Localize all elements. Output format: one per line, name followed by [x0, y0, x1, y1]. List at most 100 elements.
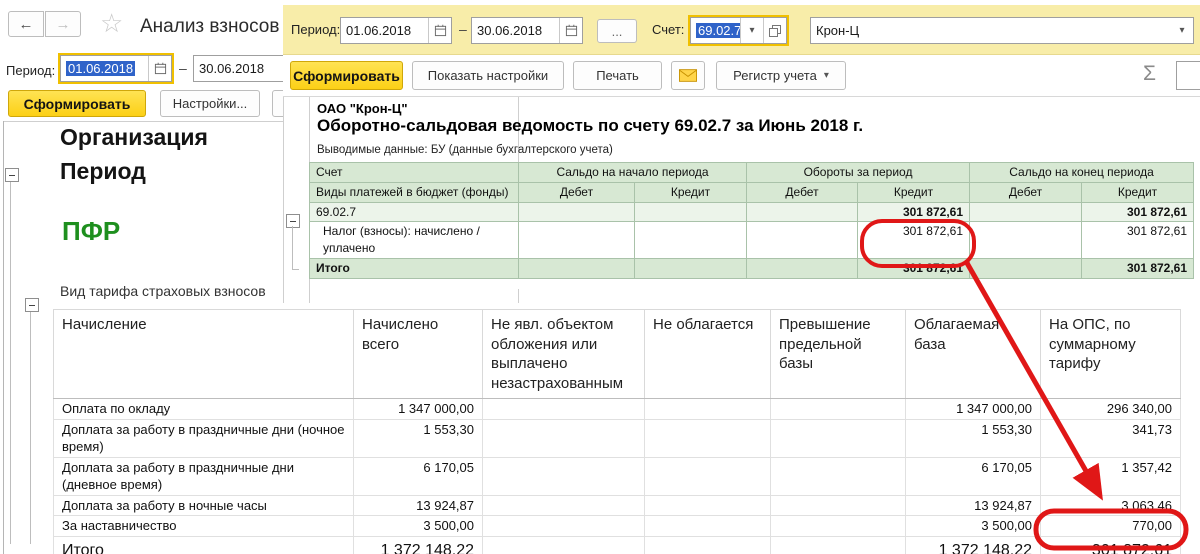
- col-debit[interactable]: Дебет: [747, 182, 858, 202]
- row-label[interactable]: За наставничество: [54, 516, 354, 537]
- cell-value[interactable]: [483, 536, 645, 554]
- row-label[interactable]: Итого: [310, 258, 519, 278]
- organization-combo[interactable]: Крон-Ц ▾: [810, 17, 1194, 44]
- print-button[interactable]: Печать: [573, 61, 662, 90]
- show-settings-button[interactable]: Показать настройки: [412, 61, 564, 90]
- cell-value[interactable]: [771, 495, 906, 516]
- cell-value[interactable]: [771, 536, 906, 554]
- cell-value[interactable]: 1 553,30: [354, 419, 483, 457]
- generate-button[interactable]: Сформировать: [290, 61, 403, 90]
- accrual-column-header[interactable]: Не облагается: [645, 310, 771, 399]
- cell-value[interactable]: 301 872,61: [1082, 258, 1194, 278]
- cell-value[interactable]: 3 500,00: [354, 516, 483, 537]
- cell-value[interactable]: [635, 202, 747, 222]
- row-label[interactable]: 69.02.7: [310, 202, 519, 222]
- row-expander-icon[interactable]: [286, 214, 300, 228]
- report-title[interactable]: Оборотно-сальдовая ведомость по счету 69…: [317, 116, 863, 136]
- cell-value[interactable]: 1 347 000,00: [354, 399, 483, 420]
- cell-value[interactable]: 301 872,61: [858, 222, 970, 259]
- cell-value[interactable]: [483, 399, 645, 420]
- cell-value[interactable]: 1 553,30: [906, 419, 1041, 457]
- cell-value[interactable]: [747, 258, 858, 278]
- cell-value[interactable]: 1 347 000,00: [906, 399, 1041, 420]
- accrual-column-header[interactable]: На ОПС, по суммарному тарифу: [1041, 310, 1181, 399]
- sum-field-partial[interactable]: [1176, 61, 1200, 90]
- col-debit[interactable]: Дебет: [970, 182, 1082, 202]
- nav-forward-button[interactable]: →: [45, 11, 81, 37]
- calendar-icon[interactable]: [559, 18, 582, 43]
- cell-value[interactable]: [747, 222, 858, 259]
- row-label[interactable]: Доплата за работу в праздничные дни (ноч…: [54, 419, 354, 457]
- fund-title-pfr[interactable]: ПФР: [62, 216, 120, 247]
- cell-value[interactable]: [970, 202, 1082, 222]
- cell-value[interactable]: 301 872,61: [858, 202, 970, 222]
- cell-value[interactable]: 301 872,61: [1082, 222, 1194, 259]
- cell-value[interactable]: [645, 516, 771, 537]
- col-debit[interactable]: Дебет: [519, 182, 635, 202]
- cell-value[interactable]: 3 063,46: [1041, 495, 1181, 516]
- period-from-input[interactable]: 01.06.2018: [60, 55, 172, 82]
- cell-value[interactable]: 301 872,61: [858, 258, 970, 278]
- col-credit[interactable]: Кредит: [1082, 182, 1194, 202]
- cell-value[interactable]: 6 170,05: [354, 457, 483, 495]
- row-label[interactable]: Доплата за работу в праздничные дни (дне…: [54, 457, 354, 495]
- cell-value[interactable]: [645, 399, 771, 420]
- cell-value[interactable]: [771, 399, 906, 420]
- cell-value[interactable]: [747, 202, 858, 222]
- nav-back-button[interactable]: ←: [8, 11, 44, 37]
- settings-button[interactable]: Настройки...: [160, 90, 260, 117]
- cell-value[interactable]: 301 872,61: [1082, 202, 1194, 222]
- accrual-column-header[interactable]: Не явл. объектом обложения или выплачено…: [483, 310, 645, 399]
- col-account[interactable]: Счет: [310, 163, 519, 183]
- col-payment-kinds[interactable]: Виды платежей в бюджет (фонды): [310, 182, 519, 202]
- group-title-organization[interactable]: Организация: [60, 124, 208, 151]
- generate-button[interactable]: Сформировать: [8, 90, 146, 117]
- cell-value[interactable]: [483, 495, 645, 516]
- cell-value[interactable]: [771, 457, 906, 495]
- more-options-button[interactable]: ...: [597, 19, 637, 43]
- col-credit[interactable]: Кредит: [635, 182, 747, 202]
- cell-value[interactable]: [519, 258, 635, 278]
- row-label[interactable]: Доплата за работу в ночные часы: [54, 495, 354, 516]
- cell-value[interactable]: [483, 516, 645, 537]
- group-expander-icon[interactable]: [25, 298, 39, 312]
- cell-value[interactable]: [970, 258, 1082, 278]
- row-label[interactable]: Налог (взносы): начислено / уплачено: [310, 222, 519, 259]
- group-title-period[interactable]: Период: [60, 158, 146, 185]
- col-credit[interactable]: Кредит: [858, 182, 970, 202]
- chevron-down-icon[interactable]: ▾: [740, 18, 763, 43]
- cell-value[interactable]: 341,73: [1041, 419, 1181, 457]
- row-label[interactable]: Оплата по окладу: [54, 399, 354, 420]
- sum-sigma-icon[interactable]: Σ: [1143, 62, 1156, 86]
- cell-value[interactable]: 13 924,87: [906, 495, 1041, 516]
- accrual-column-header[interactable]: Превышение предельной базы: [771, 310, 906, 399]
- cell-value[interactable]: [771, 419, 906, 457]
- cell-value[interactable]: 301 872,61: [1041, 536, 1181, 554]
- cell-value[interactable]: 296 340,00: [1041, 399, 1181, 420]
- group-expander-icon[interactable]: [5, 168, 19, 182]
- calendar-icon[interactable]: [428, 18, 451, 43]
- accrual-column-header[interactable]: Начисление: [54, 310, 354, 399]
- cell-value[interactable]: [483, 419, 645, 457]
- cell-value[interactable]: 13 924,87: [354, 495, 483, 516]
- accrual-column-header[interactable]: Облагаемая база: [906, 310, 1041, 399]
- cell-value[interactable]: [645, 536, 771, 554]
- cell-value[interactable]: [519, 222, 635, 259]
- tariff-kind-label[interactable]: Вид тарифа страховых взносов: [60, 283, 266, 299]
- row-label[interactable]: Итого: [54, 536, 354, 554]
- open-link-icon[interactable]: [763, 18, 786, 43]
- accrual-column-header[interactable]: Начислено всего: [354, 310, 483, 399]
- period-to-input[interactable]: 30.06.2018: [193, 55, 288, 82]
- cell-value[interactable]: [635, 222, 747, 259]
- cell-value[interactable]: [645, 495, 771, 516]
- cell-value[interactable]: [970, 222, 1082, 259]
- cell-value[interactable]: 770,00: [1041, 516, 1181, 537]
- report-data-note[interactable]: Выводимые данные: БУ (данные бухгалтерск…: [317, 144, 613, 156]
- account-combo[interactable]: 69.02.7 ▾: [690, 17, 787, 44]
- email-button[interactable]: [671, 61, 705, 90]
- col-turnover[interactable]: Обороты за период: [747, 163, 970, 183]
- cell-value[interactable]: 1 372 148,22: [906, 536, 1041, 554]
- cell-value[interactable]: 6 170,05: [906, 457, 1041, 495]
- favorite-star-icon[interactable]: ☆: [100, 8, 123, 39]
- col-opening-balance[interactable]: Сальдо на начало периода: [519, 163, 747, 183]
